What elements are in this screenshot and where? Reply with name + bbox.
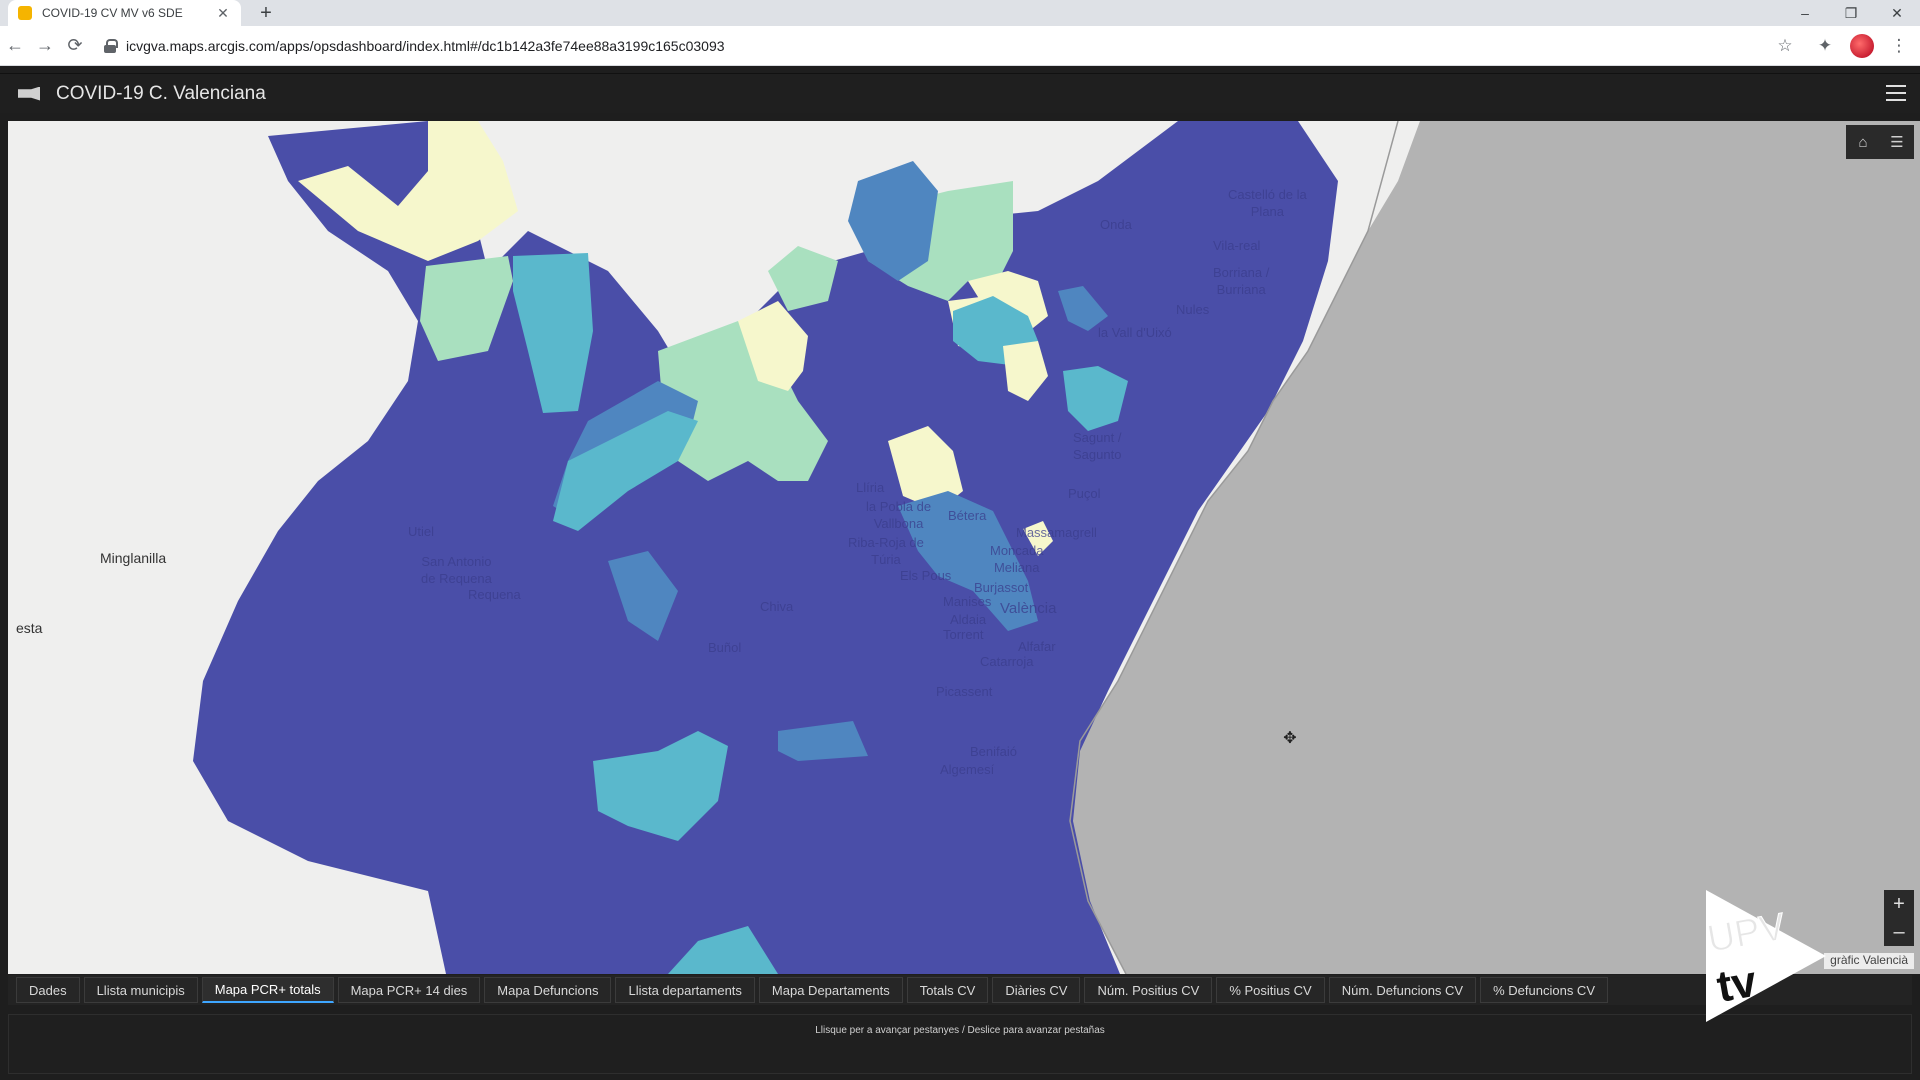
label-castello: Castelló de la Plana bbox=[1228, 187, 1307, 219]
map-toolbar: ⌂ ☰ bbox=[1846, 125, 1914, 159]
label-catarroja: Catarroja bbox=[980, 654, 1034, 669]
dashboard-logo-icon bbox=[18, 86, 40, 101]
legend-list-icon[interactable]: ☰ bbox=[1886, 131, 1908, 153]
label-sagunt: Sagunt / Sagunto bbox=[1073, 430, 1122, 462]
label-manises: Manises bbox=[943, 594, 992, 609]
close-tab-icon[interactable]: ✕ bbox=[215, 5, 231, 22]
tab-mapa-pcr-totals[interactable]: Mapa PCR+ totals bbox=[201, 977, 334, 1003]
url-text: icvgva.maps.arcgis.com/apps/opsdashboard… bbox=[126, 38, 725, 54]
new-tab-button[interactable]: + bbox=[254, 0, 278, 26]
hamburger-menu-icon[interactable] bbox=[1886, 85, 1906, 101]
tab-diaries-cv[interactable]: Diàries CV bbox=[992, 977, 1081, 1003]
map-attribution: gràfic Valencià bbox=[1824, 953, 1914, 969]
tab-num-defuncions-cv[interactable]: Núm. Defuncions CV bbox=[1328, 977, 1477, 1003]
label-benifaio: Benifaió bbox=[970, 744, 1017, 759]
tab-mapa-pcr-14-dies[interactable]: Mapa PCR+ 14 dies bbox=[337, 977, 481, 1003]
label-vila-real: Vila-real bbox=[1213, 238, 1261, 253]
label-valencia: València bbox=[1000, 600, 1057, 617]
window-close-button[interactable]: ✕ bbox=[1874, 0, 1920, 26]
label-picassent: Picassent bbox=[936, 684, 993, 699]
tab-pct-positius-cv[interactable]: % Positius CV bbox=[1216, 977, 1325, 1003]
profile-avatar[interactable] bbox=[1850, 34, 1874, 58]
browser-tab[interactable]: COVID-19 CV MV v6 SDE ✕ bbox=[8, 0, 241, 26]
label-pucol: Puçol bbox=[1068, 486, 1101, 501]
label-minglanilla: Minglanilla bbox=[100, 550, 167, 566]
reload-icon[interactable]: ⟳ bbox=[60, 31, 90, 61]
zoom-out-button[interactable]: – bbox=[1884, 918, 1914, 946]
label-vall-uixo: la Vall d'Uixó bbox=[1098, 325, 1172, 340]
zoom-in-button[interactable]: + bbox=[1884, 890, 1914, 918]
label-chiva: Chiva bbox=[760, 599, 794, 614]
address-bar[interactable]: icvgva.maps.arcgis.com/apps/opsdashboard… bbox=[104, 30, 1804, 62]
label-torrent: Torrent bbox=[943, 627, 984, 642]
extensions-puzzle-icon[interactable]: ✦ bbox=[1810, 31, 1840, 61]
footer-hint: Llisque per a avançar pestanyes / Deslic… bbox=[815, 1025, 1105, 1036]
tab-mapa-defuncions[interactable]: Mapa Defuncions bbox=[484, 977, 612, 1003]
tab-pct-defuncions-cv[interactable]: % Defuncions CV bbox=[1480, 977, 1608, 1003]
home-icon[interactable]: ⌂ bbox=[1852, 131, 1874, 153]
label-els-pous: Els Pous bbox=[900, 568, 952, 583]
dashboard-tabbar: Dades Llista municipis Mapa PCR+ totals … bbox=[8, 975, 1912, 1005]
label-pobla-vallbona: la Pobla de Vallbona bbox=[866, 499, 932, 531]
minimize-button[interactable]: – bbox=[1782, 0, 1828, 26]
tab-llista-departaments[interactable]: Llista departaments bbox=[615, 977, 755, 1003]
bookmark-star-icon[interactable]: ☆ bbox=[1770, 31, 1800, 61]
label-nules: Nules bbox=[1176, 302, 1210, 317]
toolbar-actions: ☆ ✦ ⋮ bbox=[1770, 30, 1914, 62]
dashboard-title: COVID-19 C. Valenciana bbox=[56, 82, 266, 104]
window-controls: – ❐ ✕ bbox=[1782, 0, 1920, 26]
browser-tabstrip: COVID-19 CV MV v6 SDE ✕ + – ❐ ✕ bbox=[0, 0, 1920, 26]
map-canvas bbox=[8, 121, 1920, 974]
label-betera: Bétera bbox=[948, 508, 987, 523]
tab-totals-cv[interactable]: Totals CV bbox=[906, 977, 989, 1003]
dashboard-footer: Llisque per a avançar pestanyes / Deslic… bbox=[8, 1014, 1912, 1074]
tab-num-positius-cv[interactable]: Núm. Positius CV bbox=[1084, 977, 1213, 1003]
tab-dades[interactable]: Dades bbox=[16, 977, 80, 1003]
browser-tab-title: COVID-19 CV MV v6 SDE bbox=[42, 6, 183, 20]
tab-llista-municipis[interactable]: Llista municipis bbox=[83, 977, 198, 1003]
back-icon[interactable]: ← bbox=[0, 31, 30, 61]
pan-cursor-icon: ✥ bbox=[1283, 730, 1297, 747]
restore-button[interactable]: ❐ bbox=[1828, 0, 1874, 26]
label-massamagrell: Massamagrell bbox=[1016, 525, 1097, 540]
lock-icon bbox=[104, 39, 118, 53]
label-san-antonio: San Antonio de Requena bbox=[421, 554, 492, 586]
label-utiel: Utiel bbox=[408, 524, 435, 539]
label-bunol: Buñol bbox=[708, 640, 742, 655]
label-moncada: Moncada Meliana bbox=[990, 543, 1044, 575]
zoom-control: + – bbox=[1884, 890, 1914, 946]
browser-toolbar: ← → ⟳ icvgva.maps.arcgis.com/apps/opsdas… bbox=[0, 26, 1920, 66]
dashboard-header: COVID-19 C. Valenciana bbox=[0, 73, 1920, 113]
upvtv-watermark: UPV tv bbox=[1706, 890, 1826, 1022]
forward-icon[interactable]: → bbox=[30, 31, 60, 61]
label-lliria: Llíria bbox=[856, 480, 885, 495]
tab-mapa-departaments[interactable]: Mapa Departaments bbox=[758, 977, 903, 1003]
label-onda: Onda bbox=[1100, 217, 1132, 232]
label-borriana: Borriana / Burriana bbox=[1213, 265, 1270, 297]
label-esta: esta bbox=[16, 620, 43, 636]
arcgis-favicon-icon bbox=[18, 6, 32, 20]
browser-menu-icon[interactable]: ⋮ bbox=[1884, 31, 1914, 61]
label-algemesi: Algemesí bbox=[940, 762, 995, 777]
choropleth-map[interactable]: Castelló de la Plana Onda Vila-real Borr… bbox=[8, 121, 1920, 974]
label-riba-roja: Riba-Roja de Túria bbox=[848, 535, 924, 567]
label-requena: Requena bbox=[468, 587, 521, 602]
